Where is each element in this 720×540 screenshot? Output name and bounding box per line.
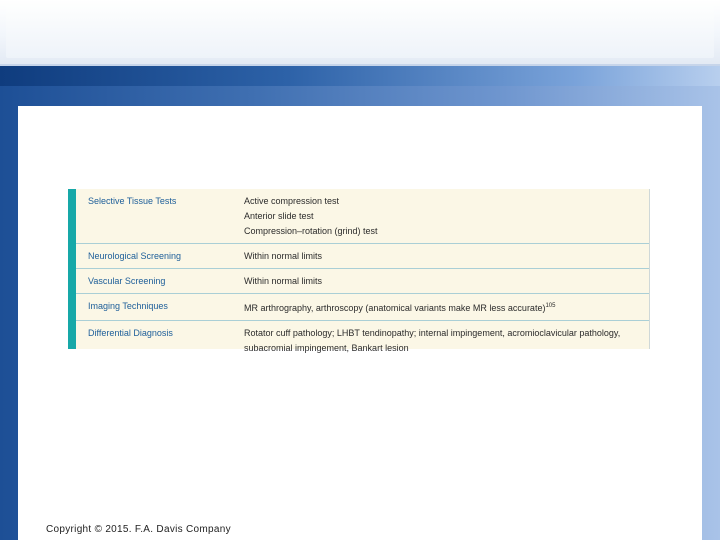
row-label: Selective Tissue Tests xyxy=(88,196,177,206)
value-line: Compression–rotation (grind) test xyxy=(244,226,378,236)
row-label: Neurological Screening xyxy=(88,251,182,261)
copyright-text: Copyright © 2015. F.A. Davis Company xyxy=(46,524,231,535)
decorative-stripe xyxy=(0,66,720,86)
value-line: Within normal limits xyxy=(244,276,323,286)
row-value: MR arthrography, arthroscopy (anatomical… xyxy=(244,294,649,320)
table-row: Vascular Screening Within normal limits xyxy=(76,269,649,294)
row-value: Active compression test Anterior slide t… xyxy=(244,189,649,243)
clinical-summary-table: Selective Tissue Tests Active compressio… xyxy=(68,189,650,353)
row-value: Rotator cuff pathology; LHBT tendinopath… xyxy=(244,321,649,360)
reference-superscript: 105 xyxy=(545,303,556,309)
row-label: Differential Diagnosis xyxy=(88,328,173,338)
table-row: Differential Diagnosis Rotator cuff path… xyxy=(76,321,649,360)
slide-content-area: Selective Tissue Tests Active compressio… xyxy=(18,106,702,540)
value-text: MR arthrography, arthroscopy (anatomical… xyxy=(244,303,546,313)
value-line: subacromial impingement, Bankart lesion xyxy=(244,343,409,353)
value-line: Rotator cuff pathology; LHBT tendinopath… xyxy=(244,328,621,338)
table-row: Imaging Techniques MR arthrography, arth… xyxy=(76,294,649,321)
row-value: Within normal limits xyxy=(244,244,649,268)
row-label: Imaging Techniques xyxy=(88,301,168,311)
title-band-inner xyxy=(6,6,714,58)
value-line: Within normal limits xyxy=(244,251,323,261)
table-row: Selective Tissue Tests Active compressio… xyxy=(76,189,649,244)
title-band xyxy=(0,0,720,66)
table-row: Neurological Screening Within normal lim… xyxy=(76,244,649,269)
row-value: Within normal limits xyxy=(244,269,649,293)
value-line: MR arthrography, arthroscopy (anatomical… xyxy=(244,299,643,316)
value-line: Active compression test xyxy=(244,196,340,206)
value-line: Anterior slide test xyxy=(244,211,314,221)
row-label: Vascular Screening xyxy=(88,276,166,286)
